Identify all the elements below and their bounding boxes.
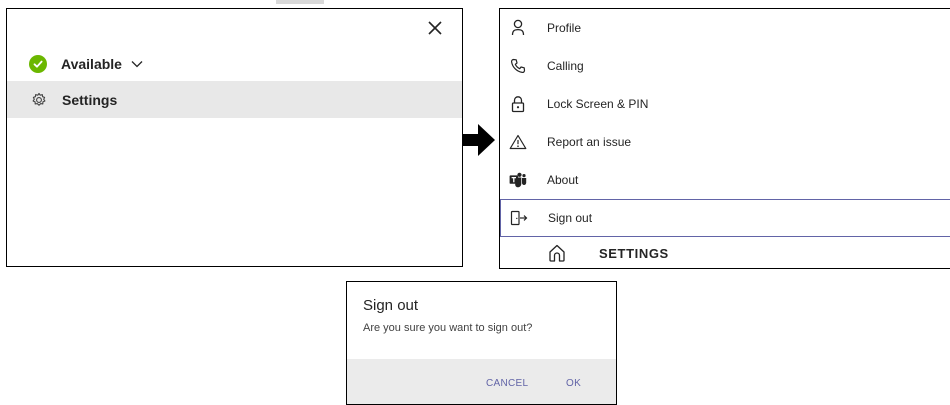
phone-icon [509,57,527,75]
dialog-title: Sign out [363,297,419,314]
sign-out-dialog: Sign out Are you sure you want to sign o… [346,281,617,405]
page-title: SETTINGS [599,245,669,261]
menu-item-label: Lock Screen & PIN [547,97,649,111]
settings-label: Settings [62,91,118,108]
menu-item-label: Calling [547,59,584,73]
arrow-right-icon [462,124,495,156]
settings-menu-item[interactable]: Settings [7,81,462,118]
menu-item-label: Profile [547,21,582,35]
status-label: Available [61,56,122,72]
dialog-message: Are you sure you want to sign out? [363,322,533,334]
menu-item-label: About [547,173,579,187]
status-panel: Available Settings [6,8,463,267]
menu-item-label: Report an issue [547,135,632,149]
status-selector[interactable]: Available [29,53,144,75]
close-icon [428,21,442,35]
bottom-bar: SETTINGS [500,238,950,268]
cancel-button[interactable]: CANCEL [486,378,528,389]
menu-item-profile[interactable]: Profile [500,9,950,47]
top-tab [276,0,324,4]
menu-item-report-issue[interactable]: Report an issue [500,123,950,161]
ok-button[interactable]: OK [566,378,581,389]
menu-item-sign-out[interactable]: Sign out [500,199,950,237]
chevron-down-icon [131,61,143,68]
profile-icon [509,19,527,37]
menu-item-about[interactable]: About [500,161,950,199]
sign-out-icon [510,209,528,227]
settings-panel: Profile Calling Lock Screen & PIN Report… [499,8,950,269]
teams-icon [509,171,527,189]
menu-item-calling[interactable]: Calling [500,47,950,85]
lock-icon [509,95,527,113]
warning-icon [509,133,527,151]
dialog-footer: CANCEL OK [347,359,616,404]
menu-item-lock-screen[interactable]: Lock Screen & PIN [500,85,950,123]
home-icon[interactable] [547,243,567,263]
menu-item-label: Sign out [548,211,593,225]
available-status-icon [29,55,47,73]
gear-icon [31,92,47,108]
close-button[interactable] [426,19,444,37]
